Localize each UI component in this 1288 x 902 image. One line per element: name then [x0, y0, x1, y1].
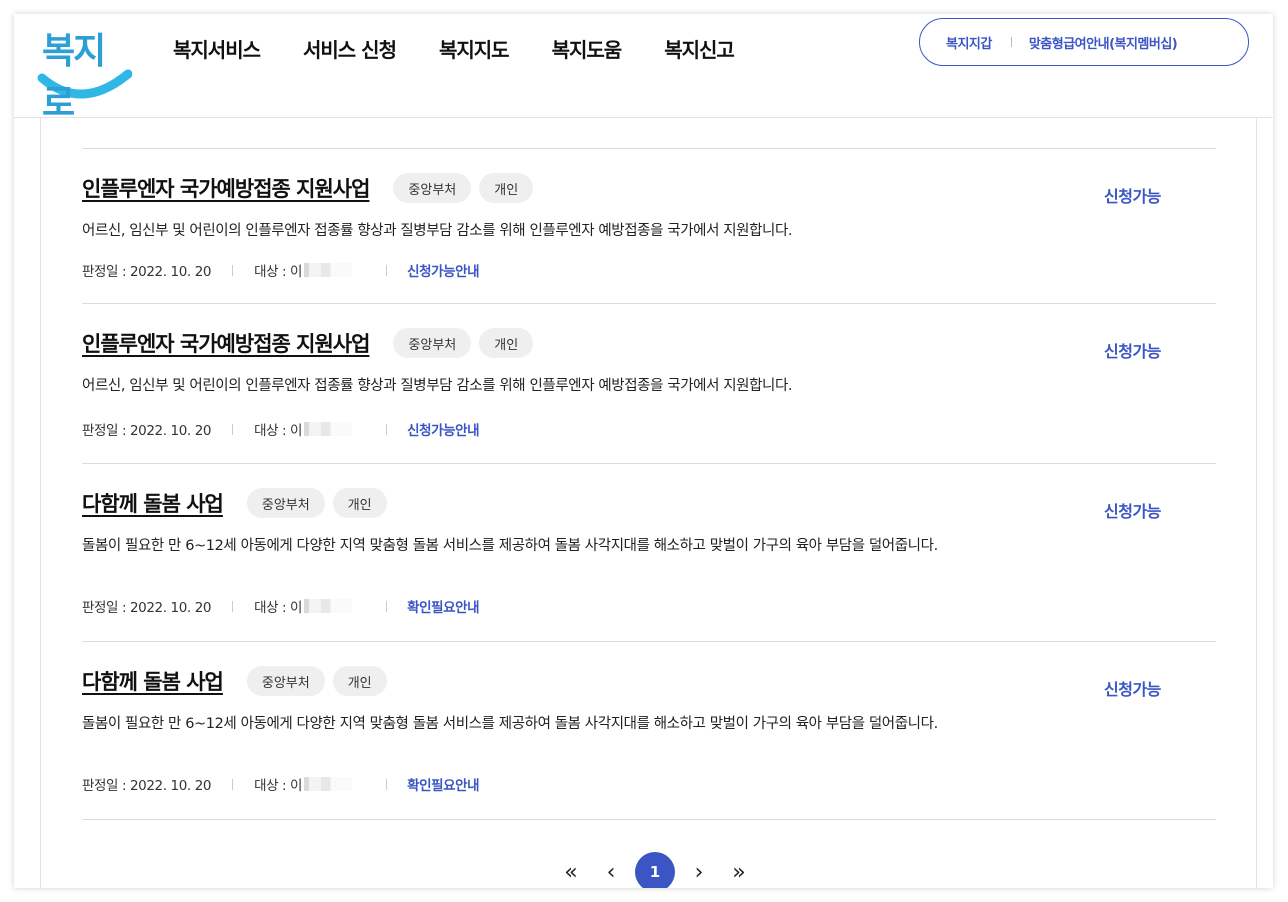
service-list: 인플루엔자 국가예방접종 지원사업 중앙부처 개인 신청가능 어르신, 임신부 … [82, 148, 1216, 820]
tag-individual: 개인 [479, 328, 534, 358]
service-title[interactable]: 다함께 돌봄 사업 [82, 666, 224, 696]
service-title[interactable]: 다함께 돌봄 사업 [82, 488, 224, 518]
masked-name [304, 777, 353, 791]
prev-page-icon[interactable]: ‹ [591, 852, 631, 888]
nav-item-welfare-help[interactable]: 복지도움 [552, 34, 623, 63]
target-label: 대상 : 이 [254, 423, 303, 439]
target-label: 대상 : 이 [254, 778, 303, 794]
status-badge: 신청가능 [1104, 502, 1161, 521]
service-title-row: 인플루엔자 국가예방접종 지원사업 중앙부처 개인 [82, 328, 534, 358]
meta-divider [386, 600, 388, 612]
service-title[interactable]: 인플루엔자 국가예방접종 지원사업 [82, 328, 370, 358]
service-description: 어르신, 임신부 및 어린이의 인플루엔자 접종률 향상과 질병부담 감소를 위… [82, 378, 793, 394]
service-item: 인플루엔자 국가예방접종 지원사업 중앙부처 개인 신청가능 어르신, 임신부 … [82, 303, 1216, 463]
check-guide-link[interactable]: 확인필요안내 [407, 774, 480, 794]
service-meta: 판정일 : 2022. 10. 20 대상 : 이 신청가능안내 [82, 419, 480, 439]
tag-individual: 개인 [332, 488, 387, 518]
meta-divider [232, 423, 234, 435]
decision-date: 판정일 : 2022. 10. 20 [82, 600, 212, 616]
meta-divider [232, 600, 234, 612]
service-meta: 판정일 : 2022. 10. 20 대상 : 이 확인필요안내 [82, 774, 480, 794]
content-panel: 인플루엔자 국가예방접종 지원사업 중앙부처 개인 신청가능 어르신, 임신부 … [40, 118, 1257, 888]
list-bottom-divider [82, 819, 1216, 820]
service-item: 인플루엔자 국가예방접종 지원사업 중앙부처 개인 신청가능 어르신, 임신부 … [82, 148, 1216, 303]
nav-item-service-apply[interactable]: 서비스 신청 [303, 34, 397, 63]
status-badge: 신청가능 [1104, 680, 1161, 699]
target-label: 대상 : 이 [254, 600, 303, 616]
tag-ministry: 중앙부처 [246, 666, 325, 696]
meta-divider [386, 423, 388, 435]
decision-date: 판정일 : 2022. 10. 20 [82, 264, 212, 280]
service-description: 어르신, 임신부 및 어린이의 인플루엔자 접종률 향상과 질병부담 감소를 위… [82, 223, 793, 239]
apply-guide-link[interactable]: 신청가능안내 [407, 419, 480, 439]
tag-ministry: 중앙부처 [393, 173, 472, 203]
nav-item-welfare-map[interactable]: 복지지도 [439, 34, 510, 63]
service-meta: 판정일 : 2022. 10. 20 대상 : 이 신청가능안내 [82, 260, 480, 280]
site-header: 복지로 복지서비스 서비스 신청 복지지도 복지도움 복지신고 복지지갑 맞춤형… [14, 14, 1273, 124]
welfare-membership-link[interactable]: 맞춤형급여안내(복지멤버십) [1029, 33, 1178, 52]
target-label: 대상 : 이 [254, 264, 303, 280]
tag-individual: 개인 [332, 666, 387, 696]
decision-date: 판정일 : 2022. 10. 20 [82, 423, 212, 439]
service-title-row: 다함께 돌봄 사업 중앙부처 개인 [82, 666, 387, 696]
tag-ministry: 중앙부처 [393, 328, 472, 358]
status-badge: 신청가능 [1104, 342, 1161, 361]
meta-divider [232, 264, 234, 276]
pagination: « ‹ 1 › » [551, 852, 759, 888]
masked-name [304, 599, 353, 613]
masked-name [304, 263, 353, 277]
main-nav: 복지서비스 서비스 신청 복지지도 복지도움 복지신고 [173, 34, 777, 63]
current-page-button[interactable]: 1 [635, 852, 675, 888]
tag-ministry: 중앙부처 [246, 488, 325, 518]
utility-menu: 복지지갑 맞춤형급여안내(복지멤버십) [919, 18, 1249, 66]
next-page-icon[interactable]: › [679, 852, 719, 888]
last-page-icon[interactable]: » [719, 852, 759, 888]
masked-name [304, 422, 353, 436]
decision-date: 판정일 : 2022. 10. 20 [82, 778, 212, 794]
nav-item-welfare-report[interactable]: 복지신고 [664, 34, 735, 63]
service-title[interactable]: 인플루엔자 국가예방접종 지원사업 [82, 173, 370, 203]
meta-divider [386, 778, 388, 790]
welfare-wallet-link[interactable]: 복지지갑 [946, 33, 992, 52]
meta-divider [232, 778, 234, 790]
service-title-row: 다함께 돌봄 사업 중앙부처 개인 [82, 488, 387, 518]
page-frame: 복지로 복지서비스 서비스 신청 복지지도 복지도움 복지신고 복지지갑 맞춤형… [14, 14, 1273, 888]
meta-divider [386, 264, 388, 276]
site-logo[interactable]: 복지로 [36, 16, 132, 124]
service-title-row: 인플루엔자 국가예방접종 지원사업 중앙부처 개인 [82, 173, 534, 203]
service-meta: 판정일 : 2022. 10. 20 대상 : 이 확인필요안내 [82, 596, 480, 616]
apply-guide-link[interactable]: 신청가능안내 [407, 260, 480, 280]
logo-text: 복지로 [42, 31, 106, 124]
service-item: 다함께 돌봄 사업 중앙부처 개인 신청가능 돌봄이 필요한 만 6~12세 아… [82, 463, 1216, 641]
check-guide-link[interactable]: 확인필요안내 [407, 596, 480, 616]
tag-individual: 개인 [479, 173, 534, 203]
util-divider [1010, 37, 1012, 47]
first-page-icon[interactable]: « [551, 852, 591, 888]
status-badge: 신청가능 [1104, 187, 1161, 206]
service-description: 돌봄이 필요한 만 6~12세 아동에게 다양한 지역 맞춤형 돌봄 서비스를 … [82, 538, 938, 554]
service-description: 돌봄이 필요한 만 6~12세 아동에게 다양한 지역 맞춤형 돌봄 서비스를 … [82, 716, 938, 732]
nav-item-welfare-service[interactable]: 복지서비스 [173, 34, 261, 63]
service-item: 다함께 돌봄 사업 중앙부처 개인 신청가능 돌봄이 필요한 만 6~12세 아… [82, 641, 1216, 819]
